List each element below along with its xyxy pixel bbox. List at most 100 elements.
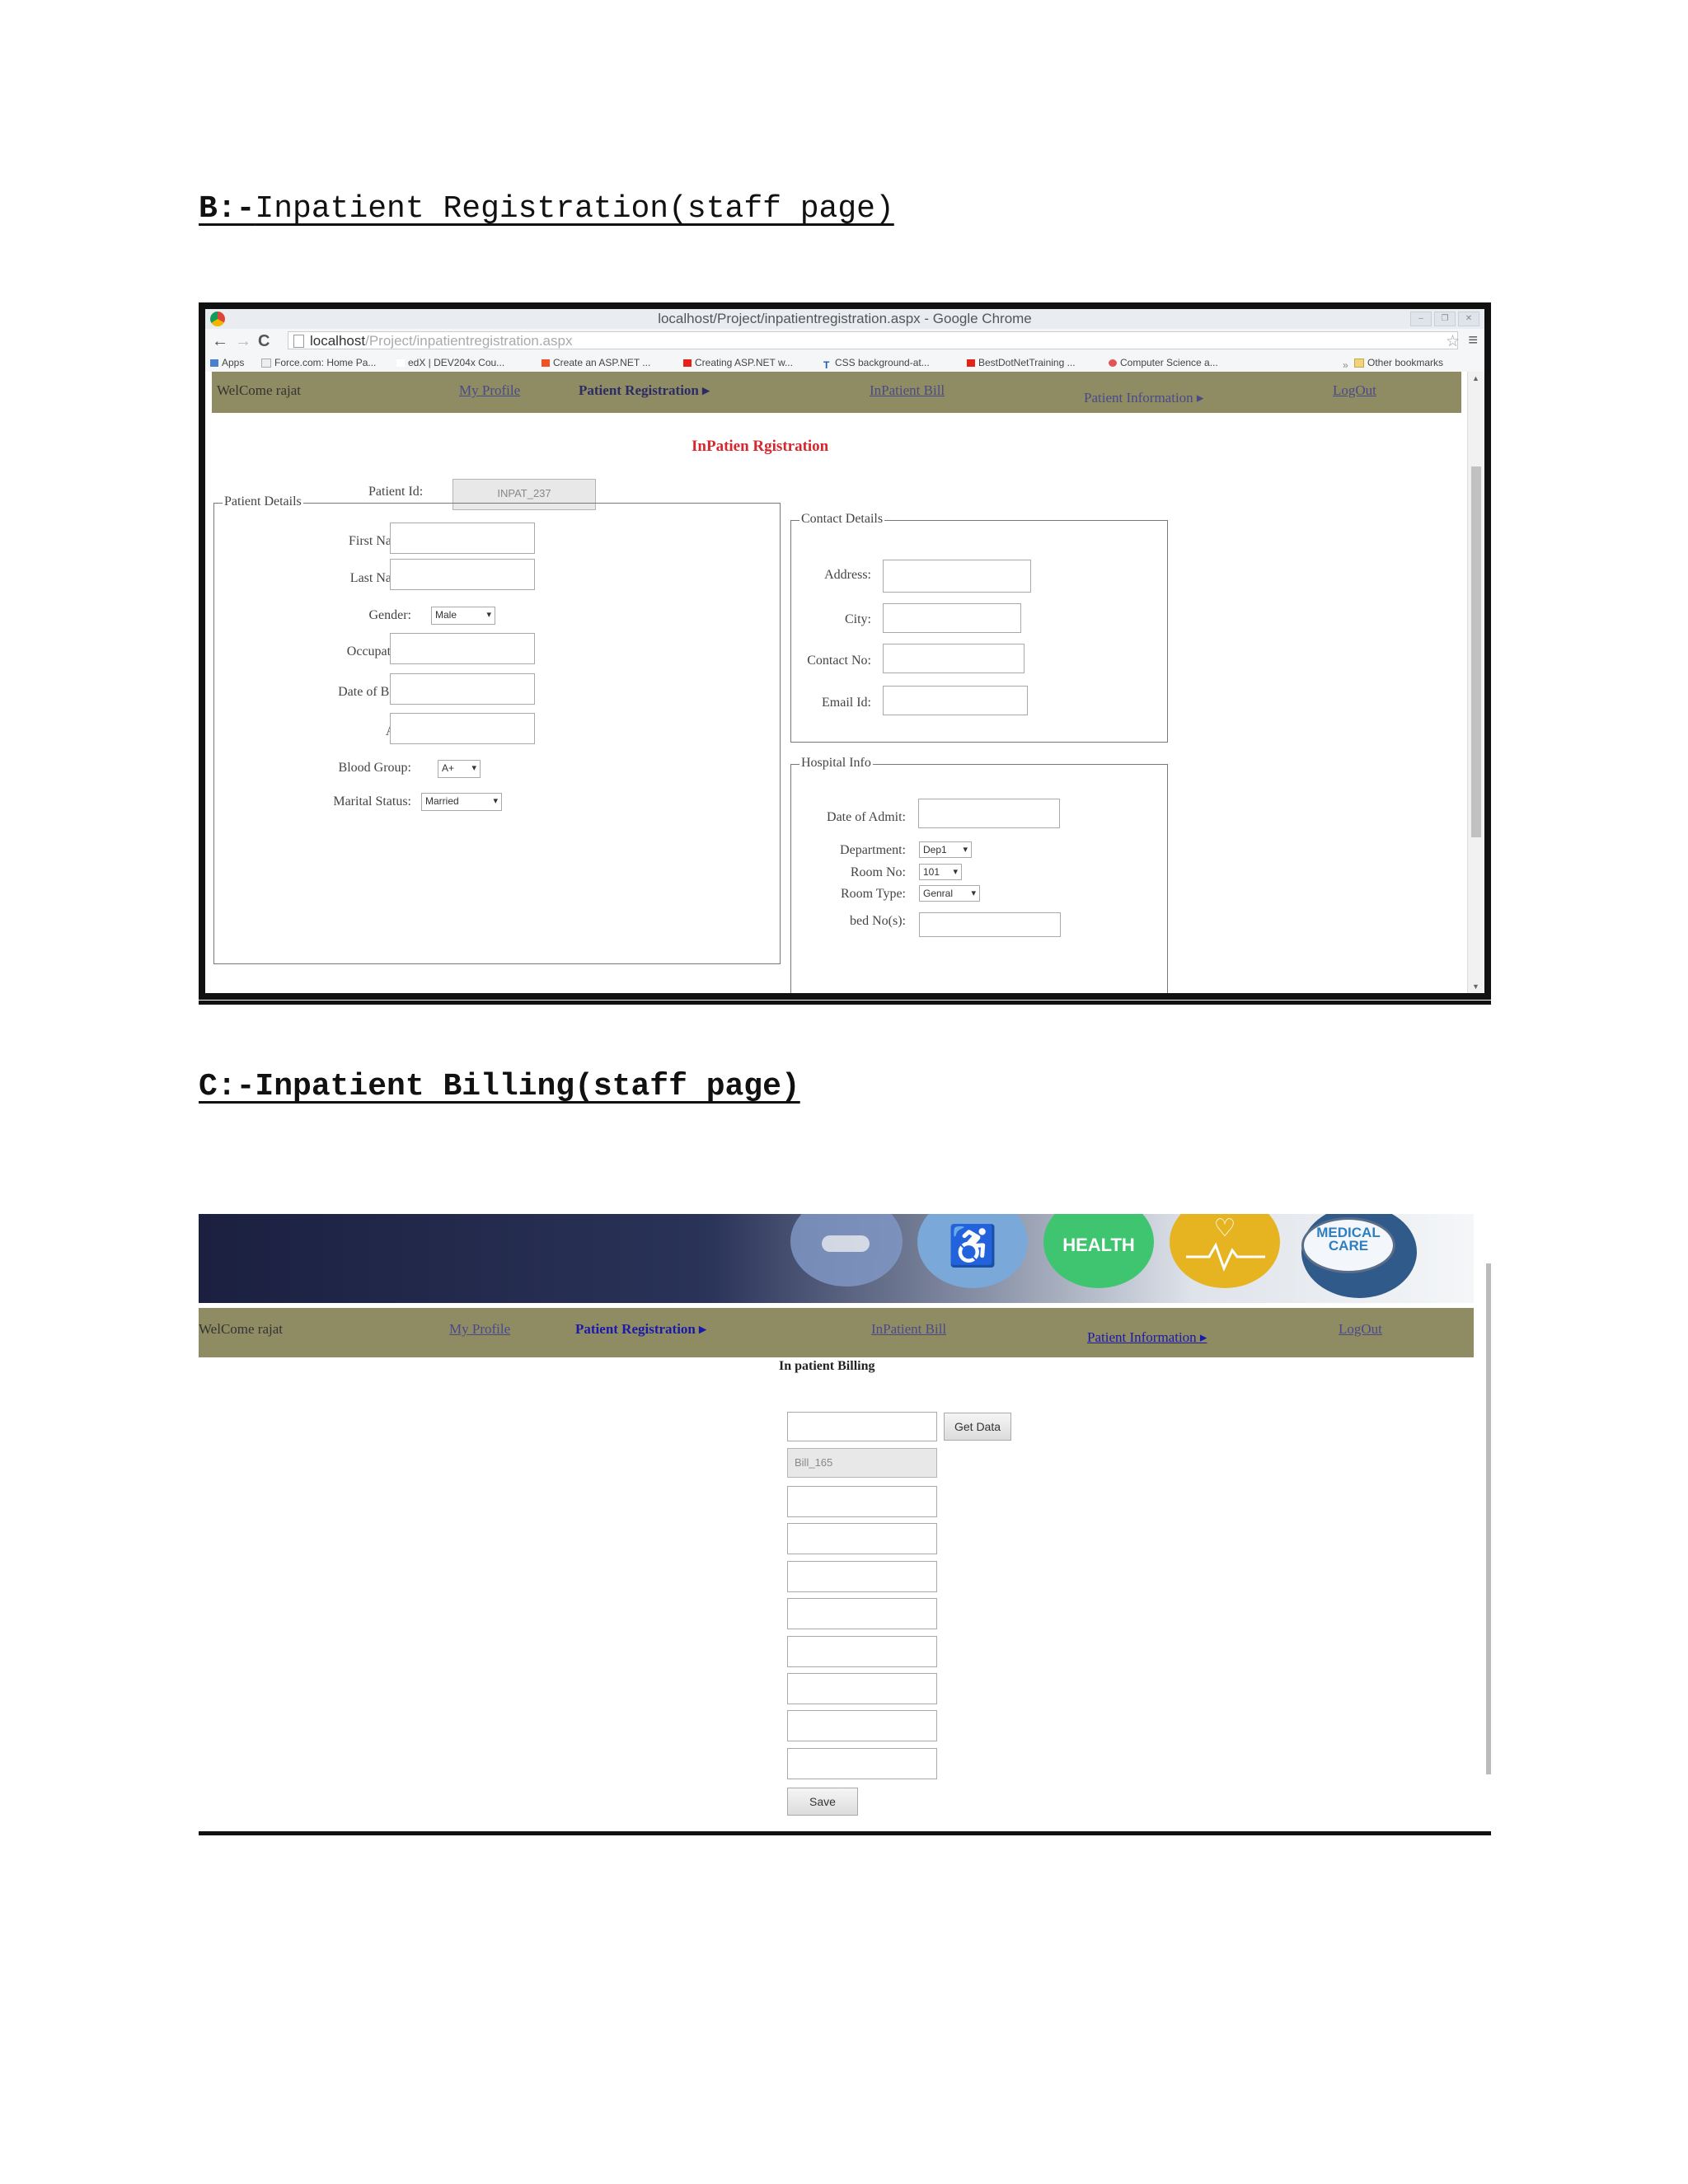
billing-nav-my-profile[interactable]: My Profile	[449, 1321, 510, 1338]
bookmark-item[interactable]: edX | DEV204x Cou...	[396, 357, 504, 368]
admitted-date-input[interactable]	[787, 1561, 937, 1592]
bookmark-item[interactable]: Apps	[210, 357, 244, 368]
total-input[interactable]	[787, 1748, 937, 1779]
window-title: localhost/Project/inpatientregistration.…	[658, 311, 1032, 326]
hospital-info-legend: Hospital Info	[799, 756, 873, 771]
section-divider	[199, 1001, 1491, 1005]
bookmark-item[interactable]: BestDotNetTraining ...	[967, 357, 1076, 368]
minimize-icon[interactable]: –	[1410, 312, 1432, 326]
city-input[interactable]	[883, 603, 1021, 633]
room-no-label: Room No:	[850, 865, 906, 879]
reload-icon[interactable]: C	[258, 332, 270, 351]
billing-title: In patient Billing	[779, 1359, 875, 1373]
billing-scrollbar[interactable]	[1486, 1263, 1491, 1774]
registration-screenshot: localhost/Project/inpatientregistration.…	[199, 302, 1491, 1000]
url-host: localhost	[310, 333, 366, 349]
date-input[interactable]	[787, 1523, 937, 1554]
billing-nav-menu: WelCome rajat My Profile Patient Registr…	[199, 1308, 1474, 1357]
age-input[interactable]	[390, 713, 535, 744]
scroll-down-icon[interactable]: ▼	[1472, 982, 1479, 991]
date-of-admit-input[interactable]	[918, 799, 1060, 828]
marital-status-select[interactable]: Married	[421, 793, 502, 811]
gender-label: Gender:	[368, 608, 411, 622]
nav-logout[interactable]: LogOut	[1333, 382, 1376, 399]
page-icon	[293, 335, 304, 348]
nav-patient-information[interactable]: Patient Information ▸	[1084, 390, 1203, 406]
patient-details-legend: Patient Details	[223, 494, 303, 509]
occupation-input[interactable]	[390, 633, 535, 664]
department-label: Department:	[840, 843, 906, 857]
last-name-input[interactable]	[390, 559, 535, 590]
consultant-fees-input[interactable]	[787, 1710, 937, 1741]
contact-details-legend: Contact Details	[799, 512, 885, 527]
wheelchair-icon: ♿	[917, 1214, 1028, 1288]
health-circle: HEALTH	[1043, 1214, 1154, 1288]
back-icon[interactable]: ←	[212, 332, 228, 351]
room-no-select[interactable]: 101	[919, 864, 962, 880]
bed-no-label: bed No(s):	[850, 914, 906, 928]
date-of-birth-input[interactable]	[390, 673, 535, 705]
billing-welcome-text: WelCome rajat	[199, 1321, 284, 1337]
appointment-id-input[interactable]	[787, 1412, 937, 1441]
first-name-input[interactable]	[390, 523, 535, 554]
bookmark-item[interactable]: Force.com: Home Pa...	[261, 357, 376, 368]
close-icon[interactable]: ✕	[1458, 312, 1479, 326]
registration-page: WelCome rajat My Profile Patient Registr…	[205, 372, 1484, 993]
get-data-button[interactable]: Get Data	[944, 1413, 1011, 1441]
bed-no-input[interactable]	[919, 912, 1061, 937]
health-text: HEALTH	[1062, 1235, 1135, 1255]
forward-icon[interactable]: →	[235, 332, 251, 351]
patient-id-label: Patient Id:	[368, 485, 424, 499]
bookmark-item[interactable]: T CSS background-at...	[823, 357, 930, 371]
billing-nav-logout[interactable]: LogOut	[1339, 1321, 1382, 1338]
bookmarks-bar: Apps Force.com: Home Pa... edX | DEV204x…	[205, 354, 1484, 373]
bookmark-item[interactable]: Create an ASP.NET ...	[542, 357, 650, 368]
nav-inpatient-bill[interactable]: InPatient Bill	[870, 382, 945, 399]
address-textarea[interactable]	[883, 560, 1031, 593]
save-button[interactable]: Save	[787, 1788, 858, 1816]
section-divider-bottom	[199, 1831, 1491, 1835]
billing-nav-patient-information[interactable]: Patient Information ▸	[1087, 1329, 1207, 1346]
email-input[interactable]	[883, 686, 1028, 715]
nav-patient-registration[interactable]: Patient Registration ▸	[579, 382, 710, 399]
bookmark-item[interactable]: Creating ASP.NET w...	[683, 357, 793, 368]
billing-screenshot: ♿ HEALTH ♡ MEDICAL CARE WelCome rajat My …	[199, 1214, 1491, 1824]
nav-my-profile[interactable]: My Profile	[459, 382, 520, 399]
room-type-label: Room Type:	[840, 887, 906, 901]
address-bar[interactable]: localhost/Project/inpatientregistration.…	[288, 331, 1458, 349]
care-text: CARE	[1328, 1238, 1369, 1254]
contact-no-input[interactable]	[883, 644, 1025, 673]
bill-no-field[interactable]: Bill_165	[787, 1448, 937, 1478]
address-label: Address:	[824, 568, 871, 582]
scrollbar-thumb[interactable]	[1471, 466, 1481, 837]
blood-group-label: Blood Group:	[338, 761, 411, 775]
billing-nav-inpatient-bill[interactable]: InPatient Bill	[871, 1321, 946, 1338]
heading-inpatient-registration: B:-Inpatient Registration(staff page)	[199, 191, 894, 227]
date-of-admit-label: Date of Admit:	[827, 810, 906, 824]
scroll-up-icon[interactable]: ▲	[1472, 374, 1479, 382]
registration-title: InPatien Rgistration	[692, 438, 829, 455]
star-icon[interactable]: ☆	[1446, 332, 1460, 351]
room-type-select[interactable]: Genral	[919, 885, 980, 902]
hospital-banner: ♿ HEALTH ♡ MEDICAL CARE	[199, 1214, 1474, 1303]
welcome-text: WelCome rajat	[217, 382, 302, 398]
room-rent-input[interactable]	[787, 1636, 937, 1667]
page-scrollbar[interactable]: ▲ ▼	[1467, 372, 1484, 993]
browser-toolbar: ← → C localhost/Project/inpatientregistr…	[205, 329, 1484, 354]
nav-menu: WelCome rajat My Profile Patient Registr…	[212, 372, 1461, 413]
bookmark-item[interactable]: » Other bookmarks	[1343, 357, 1443, 371]
discharge-date-input[interactable]	[787, 1598, 937, 1629]
heading-inpatient-billing: C:-Inpatient Billing(staff page)	[199, 1069, 800, 1104]
department-select[interactable]: Dep1	[919, 841, 972, 858]
gender-select[interactable]: Male	[431, 607, 495, 625]
billing-nav-patient-registration[interactable]: Patient Registration ▸	[575, 1321, 706, 1338]
blood-group-select[interactable]: A+	[438, 760, 481, 778]
restore-icon[interactable]: ❐	[1434, 312, 1456, 326]
medical-care-badge: MEDICAL CARE	[1301, 1217, 1395, 1273]
menu-icon[interactable]: ≡	[1468, 331, 1478, 350]
lab-test-fees-input[interactable]	[787, 1673, 937, 1704]
pill-circle-icon	[790, 1214, 903, 1286]
bookmark-item[interactable]: Computer Science a...	[1109, 357, 1218, 368]
email-label: Email Id:	[822, 696, 871, 710]
patient-name-input[interactable]	[787, 1486, 937, 1517]
